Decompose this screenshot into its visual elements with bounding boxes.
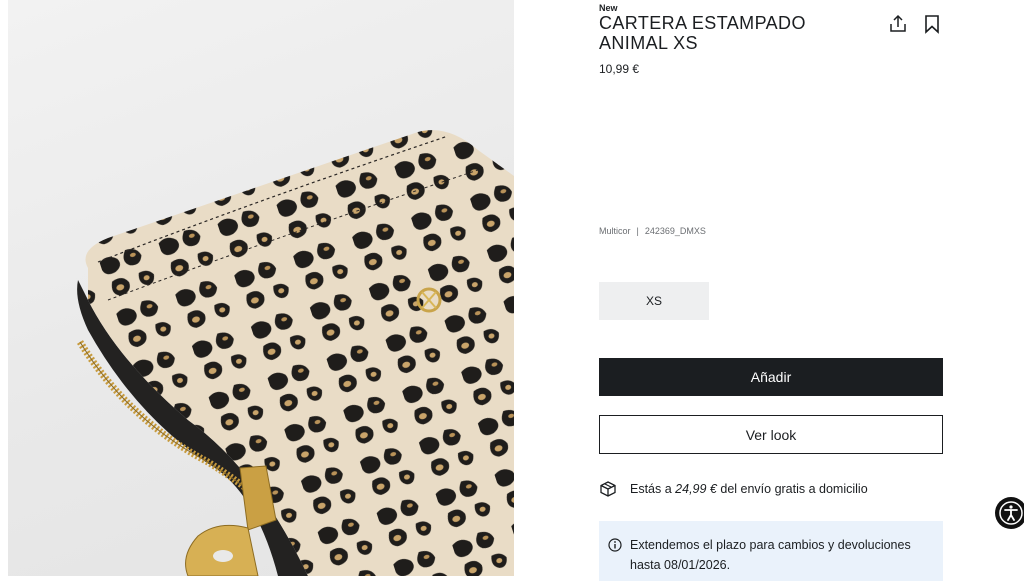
size-option-xs[interactable]: XS <box>599 282 709 320</box>
page-left-edge <box>0 0 8 576</box>
shipping-amount: 24,99 € <box>675 482 717 496</box>
meta-separator: | <box>636 226 639 236</box>
wallet-illustration <box>77 130 514 576</box>
bookmark-button[interactable] <box>922 14 942 34</box>
package-icon <box>600 481 616 497</box>
returns-notice: Extendemos el plazo para cambios y devol… <box>599 521 943 581</box>
new-badge: New <box>599 3 618 13</box>
product-image[interactable] <box>8 0 514 576</box>
shipping-text: Estás a 24,99 € del envío gratis a domic… <box>630 482 868 496</box>
returns-notice-text: Extendemos el plazo para cambios y devol… <box>630 538 911 572</box>
product-price: 10,99 € <box>599 62 640 76</box>
product-meta: Multicor | 242369_DMXS <box>599 226 706 236</box>
free-shipping-info: Estás a 24,99 € del envío gratis a domic… <box>599 480 868 498</box>
product-color: Multicor <box>599 226 631 236</box>
view-look-button[interactable]: Ver look <box>599 415 943 454</box>
add-to-cart-button[interactable]: Añadir <box>599 358 943 396</box>
shipping-suffix: del envío gratis a domicilio <box>716 482 868 496</box>
share-button[interactable] <box>888 14 908 34</box>
share-icon <box>890 14 906 32</box>
product-sku: 242369_DMXS <box>644 226 706 236</box>
accessibility-button[interactable] <box>995 497 1024 529</box>
bookmark-icon <box>925 15 939 34</box>
accessibility-icon <box>999 501 1023 525</box>
product-title: CARTERA ESTAMPADO ANIMAL XS <box>599 13 806 53</box>
info-icon <box>608 538 622 552</box>
shipping-prefix: Estás a <box>630 482 676 496</box>
